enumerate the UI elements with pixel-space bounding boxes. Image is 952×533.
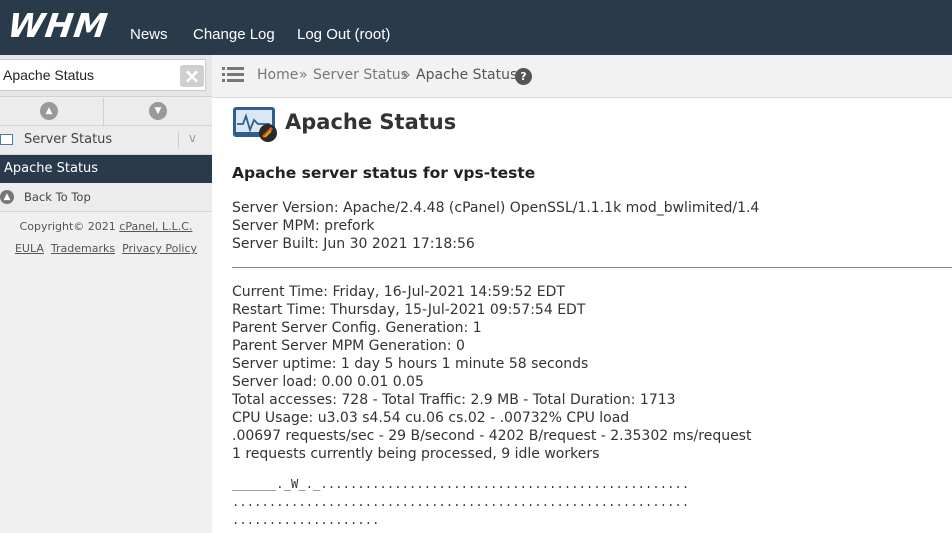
- sidebar-section-server-status[interactable]: Server Status v: [0, 126, 212, 155]
- copyright: Copyright© 2021 cPanel, L.L.C.: [0, 220, 212, 233]
- collapse-controls: ▲ ▼: [0, 98, 212, 126]
- top-navbar: WHM News Change Log Log Out (root): [0, 0, 952, 55]
- divider: [103, 98, 104, 126]
- legal-links: EULA Trademarks Privacy Policy: [0, 242, 212, 255]
- nav-news[interactable]: News: [130, 25, 168, 45]
- server-built: Server Built: Jun 30 2021 17:18:56: [232, 236, 475, 252]
- chevron-down-icon[interactable]: ▼: [149, 102, 167, 120]
- cpanel-link[interactable]: cPanel, L.L.C.: [119, 220, 192, 233]
- menu-toggle-icon[interactable]: [222, 67, 244, 83]
- sidebar-search-area: Apache Status ×: [0, 55, 212, 97]
- server-mpm: Server MPM: prefork: [232, 218, 375, 234]
- copyright-text: Copyright© 2021: [19, 220, 120, 233]
- search-input[interactable]: Apache Status: [0, 59, 206, 91]
- server-monitor-icon: [0, 134, 13, 145]
- whm-logo[interactable]: WHM: [5, 6, 110, 45]
- breadcrumb-current: Apache Status: [416, 67, 518, 83]
- chevron-down-icon[interactable]: v: [189, 131, 196, 145]
- page-title: Apache Status: [285, 110, 457, 134]
- close-icon[interactable]: ×: [180, 65, 204, 87]
- breadcrumb-separator: »: [402, 67, 411, 83]
- restart-time: Restart Time: Thursday, 15-Jul-2021 09:5…: [232, 302, 586, 318]
- eula-link[interactable]: EULA: [15, 242, 44, 255]
- nav-change-log[interactable]: Change Log: [193, 25, 275, 45]
- scoreboard-line: ....................: [232, 513, 380, 527]
- apache-status-icon: [232, 106, 278, 142]
- server-version: Server Version: Apache/2.4.48 (cPanel) O…: [232, 200, 760, 216]
- divider: [232, 267, 952, 268]
- scoreboard-line: ........................................…: [232, 495, 690, 509]
- current-time: Current Time: Friday, 16-Jul-2021 14:59:…: [232, 284, 565, 300]
- total-accesses: Total accesses: 728 - Total Traffic: 2.9…: [232, 392, 676, 408]
- server-load: Server load: 0.00 0.01 0.05: [232, 374, 424, 390]
- nav-logout[interactable]: Log Out (root): [297, 25, 390, 45]
- trademarks-link[interactable]: Trademarks: [51, 242, 115, 255]
- privacy-policy-link[interactable]: Privacy Policy: [122, 242, 197, 255]
- breadcrumb-separator: »: [299, 67, 308, 83]
- divider: [178, 132, 179, 148]
- cpu-usage: CPU Usage: u3.03 s4.54 cu.06 cs.02 - .00…: [232, 410, 630, 426]
- arrow-up-icon: ▲: [0, 190, 14, 204]
- request-rates: .00697 requests/sec - 29 B/second - 4202…: [232, 428, 752, 444]
- scoreboard-line: ______._W_._............................…: [232, 477, 690, 491]
- chevron-up-icon[interactable]: ▲: [40, 102, 58, 120]
- config-generation: Parent Server Config. Generation: 1: [232, 320, 482, 336]
- status-heading: Apache server status for vps-teste: [232, 164, 536, 182]
- back-to-top-link[interactable]: ▲ Back To Top: [0, 183, 212, 212]
- sidebar: Apache Status × ▲ ▼ Server Status v Apac…: [0, 55, 212, 533]
- breadcrumb-home[interactable]: Home: [257, 66, 298, 84]
- mpm-generation: Parent Server MPM Generation: 0: [232, 338, 465, 354]
- sidebar-item-apache-status[interactable]: Apache Status: [0, 155, 212, 183]
- sidebar-section-label: Server Status: [24, 132, 113, 147]
- worker-status: 1 requests currently being processed, 9 …: [232, 446, 600, 462]
- breadcrumb: Home » Server Status » Apache Status ?: [212, 55, 952, 98]
- breadcrumb-server-status[interactable]: Server Status: [313, 66, 408, 84]
- back-to-top-label: Back To Top: [24, 190, 91, 204]
- help-icon[interactable]: ?: [515, 68, 532, 85]
- server-uptime: Server uptime: 1 day 5 hours 1 minute 58…: [232, 356, 589, 372]
